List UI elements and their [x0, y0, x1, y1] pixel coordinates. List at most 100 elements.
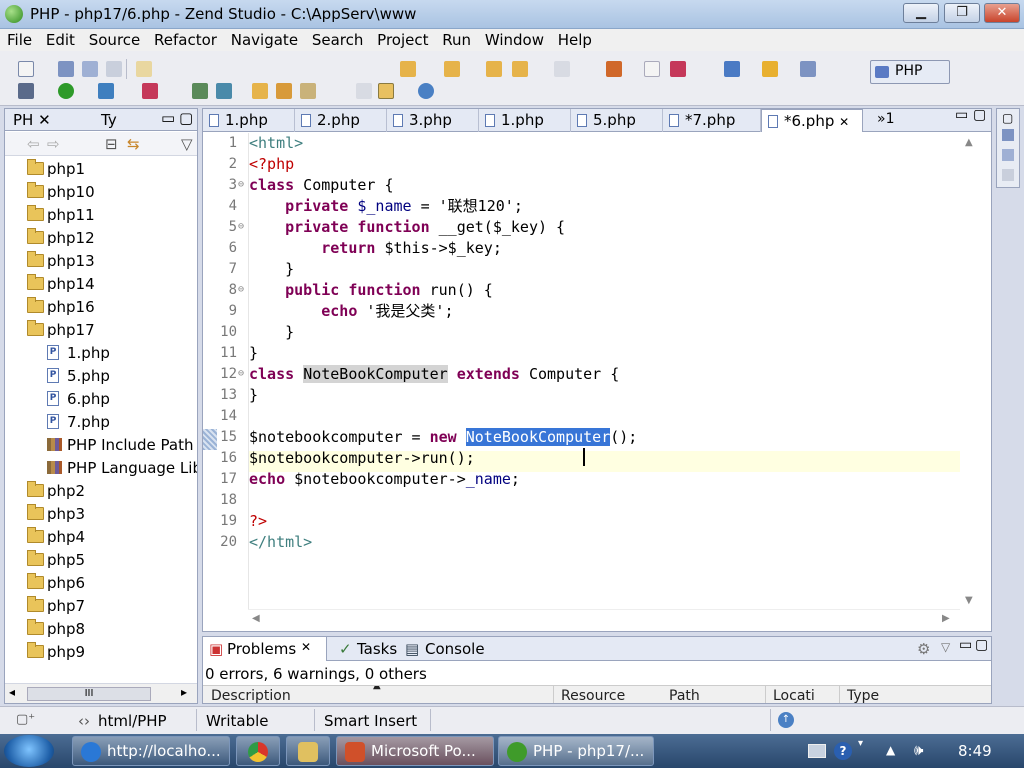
menu-project[interactable]: Project: [370, 29, 428, 51]
code-line[interactable]: private $_name = '联想120';: [249, 196, 523, 217]
scroll-right-icon[interactable]: ▶: [942, 613, 950, 624]
menu-window[interactable]: Window: [478, 29, 544, 51]
fold-toggle-icon[interactable]: ⊖: [238, 284, 244, 295]
tab-problems[interactable]: Problems: [227, 640, 296, 658]
filter-icon[interactable]: ⚙: [917, 640, 930, 658]
help-icon[interactable]: ?: [834, 742, 852, 760]
editor-tab[interactable]: 1.php: [479, 109, 571, 132]
code-line[interactable]: class Computer {: [249, 175, 394, 196]
snippets-view-icon[interactable]: [1002, 169, 1014, 181]
link-editor-icon[interactable]: ⇆: [127, 135, 140, 153]
last-edit-icon[interactable]: [486, 61, 502, 77]
menu-edit[interactable]: Edit: [39, 29, 75, 51]
code-line[interactable]: $notebookcomputer->run();: [249, 448, 475, 469]
volume-icon[interactable]: 🕪: [914, 741, 923, 759]
taskbar-item-zend[interactable]: PHP - php17/...: [498, 736, 654, 766]
code-line[interactable]: echo $notebookcomputer->_name;: [249, 469, 520, 490]
print-icon[interactable]: [106, 61, 122, 77]
taskbar-item-chrome[interactable]: [236, 736, 280, 766]
scroll-right-icon[interactable]: ▸: [181, 685, 187, 699]
view-menu-icon[interactable]: ▽: [181, 135, 193, 153]
outline-icon[interactable]: [356, 83, 372, 99]
settings-gear-icon[interactable]: [18, 83, 34, 99]
menu-help[interactable]: Help: [551, 29, 592, 51]
code-line[interactable]: private function __get($_key) {: [249, 217, 565, 238]
blank-icon[interactable]: [644, 61, 660, 77]
view-menu-icon[interactable]: ▽: [941, 640, 950, 654]
code-line[interactable]: <?php: [249, 154, 294, 175]
editor-vertical-scrollbar[interactable]: ▲ ▼: [961, 133, 991, 609]
sync-icon[interactable]: [216, 83, 232, 99]
editor-tab[interactable]: 2.php: [295, 109, 387, 132]
fold-toggle-icon[interactable]: ⊖: [238, 368, 244, 379]
restore-view-icon[interactable]: ▢: [1002, 111, 1013, 125]
scroll-up-icon[interactable]: ▲: [965, 137, 973, 148]
run-config-icon[interactable]: [98, 83, 114, 99]
column-resource[interactable]: Resource: [561, 688, 625, 703]
prev-annotation-icon[interactable]: [444, 61, 460, 77]
taskbar-item-browser[interactable]: http://localho...: [72, 736, 230, 766]
scroll-left-icon[interactable]: ◂: [9, 685, 15, 699]
bookmark-icon[interactable]: [762, 61, 778, 77]
scroll-down-icon[interactable]: ▼: [965, 595, 973, 606]
minimize-view-icon[interactable]: ▭: [959, 637, 972, 653]
menu-refactor[interactable]: Refactor: [147, 29, 217, 51]
navigator-view-icon[interactable]: [1002, 149, 1014, 161]
fold-toggle-icon[interactable]: ⊖: [238, 221, 244, 232]
keyboard-icon[interactable]: [808, 744, 826, 758]
column-description[interactable]: Description: [211, 688, 291, 703]
next-annotation-icon[interactable]: [400, 61, 416, 77]
tab-php-explorer[interactable]: PH ✕: [13, 111, 51, 129]
progress-icon[interactable]: ↑: [778, 712, 794, 728]
scroll-left-icon[interactable]: ◀: [252, 613, 260, 624]
menu-run[interactable]: Run: [435, 29, 471, 51]
show-hidden-icons[interactable]: ▲: [886, 743, 895, 757]
code-line[interactable]: }: [249, 385, 258, 406]
column-type[interactable]: Type: [847, 688, 879, 703]
profile-icon[interactable]: [142, 83, 158, 99]
back-arrow-icon[interactable]: ⇦: [27, 135, 40, 153]
code-line[interactable]: return $this->$_key;: [249, 238, 502, 259]
maximize-button[interactable]: ❐: [944, 3, 980, 23]
forward-arrow-icon[interactable]: ⇨: [47, 135, 60, 153]
taskbar-item-powerpoint[interactable]: Microsoft Po...: [336, 736, 494, 766]
menu-file[interactable]: File: [0, 29, 32, 51]
editor-tab[interactable]: 1.php: [203, 109, 295, 132]
tab-overflow[interactable]: »1: [877, 111, 894, 127]
minimize-button[interactable]: ▁: [903, 3, 939, 23]
save-all-icon[interactable]: [82, 61, 98, 77]
start-button-icon[interactable]: [4, 735, 54, 767]
editor-tab[interactable]: *7.php: [663, 109, 761, 132]
code-line[interactable]: <html>: [249, 133, 303, 154]
code-line[interactable]: }: [249, 322, 294, 343]
clock[interactable]: 8:49: [958, 742, 992, 760]
code-line[interactable]: $notebookcomputer = new NoteBookComputer…: [249, 427, 637, 448]
maximize-view-icon[interactable]: ▢: [179, 109, 193, 127]
open-type-icon[interactable]: [136, 61, 152, 77]
maximize-view-icon[interactable]: ▢: [975, 637, 988, 653]
code-line[interactable]: ?>: [249, 511, 267, 532]
outline-view-icon[interactable]: [1002, 129, 1014, 141]
close-tab-icon[interactable]: ✕: [839, 115, 849, 129]
editor-tab[interactable]: 5.php: [571, 109, 663, 132]
back-icon[interactable]: [512, 61, 528, 77]
editor-tab[interactable]: 3.php: [387, 109, 479, 132]
new-file-icon[interactable]: [18, 61, 34, 77]
ime-icon[interactable]: ▾: [858, 738, 863, 749]
editor-horizontal-scrollbar[interactable]: ◀ ▶: [248, 609, 960, 631]
fold-toggle-icon[interactable]: ⊖: [238, 179, 244, 190]
open-project-icon[interactable]: [276, 83, 292, 99]
code-line[interactable]: public function run() {: [249, 280, 493, 301]
code-line[interactable]: }: [249, 259, 294, 280]
fast-view-icon[interactable]: ▢⁺: [16, 712, 35, 727]
open-folder-icon[interactable]: [252, 83, 268, 99]
run-icon[interactable]: [58, 83, 74, 99]
taskbar-item-explorer[interactable]: [286, 736, 330, 766]
save-icon[interactable]: [58, 61, 74, 77]
server-icon[interactable]: [800, 61, 816, 77]
maximize-editor-icon[interactable]: ▢: [973, 107, 986, 123]
edit-wand-icon[interactable]: [300, 83, 316, 99]
tab-console[interactable]: Console: [425, 640, 485, 658]
close-tab-icon[interactable]: ✕: [301, 640, 311, 654]
tab-tasks[interactable]: Tasks: [357, 640, 397, 658]
